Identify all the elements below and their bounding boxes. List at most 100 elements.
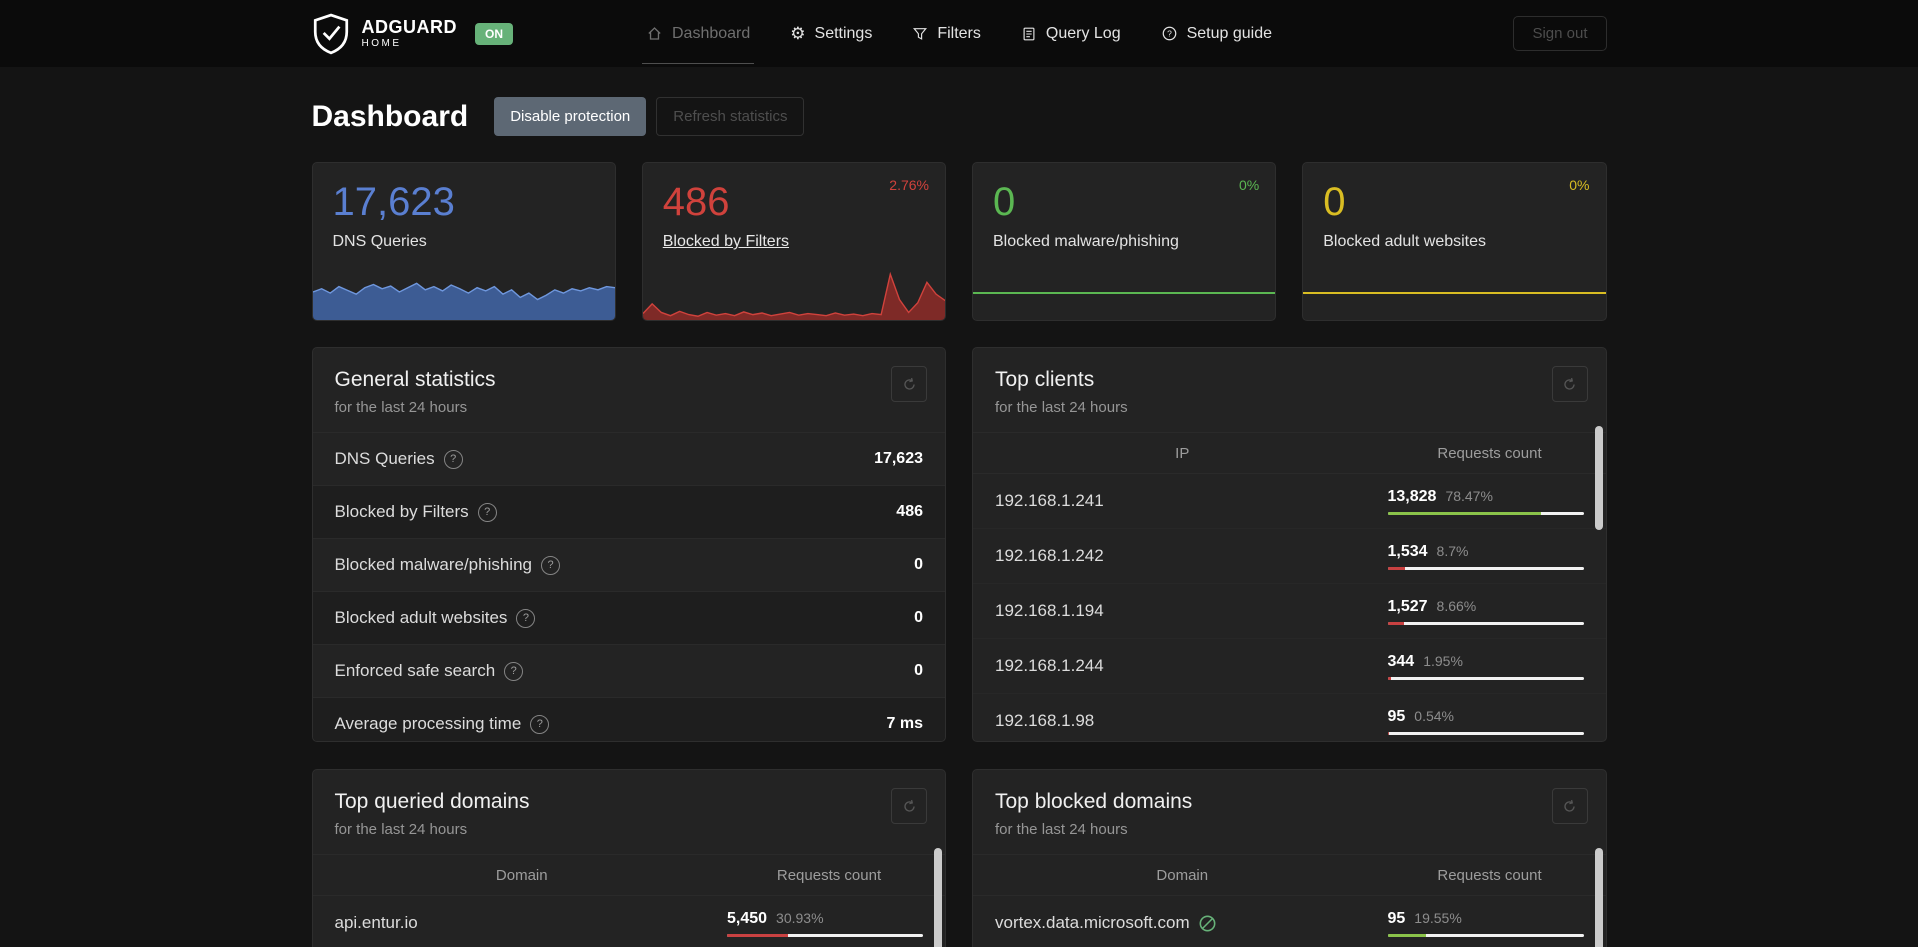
top-queried-domains-card: Top queried domains for the last 24 hour… bbox=[311, 769, 946, 947]
table-row: 192.168.1.241 13,828 78.47% bbox=[973, 474, 1606, 529]
column-header-requests-count: Requests count bbox=[1437, 866, 1542, 884]
blocked-adult-percent: 0% bbox=[1569, 177, 1590, 193]
help-icon[interactable]: ? bbox=[477, 502, 497, 522]
blocked-adult-value: 0 bbox=[1323, 180, 1346, 224]
help-icon[interactable]: ? bbox=[504, 661, 524, 681]
table-row: 192.168.1.242 1,534 8.7% bbox=[973, 529, 1606, 584]
stat-row-value: 0 bbox=[914, 662, 923, 679]
scrollbar-thumb[interactable] bbox=[1594, 426, 1603, 530]
progress-bar bbox=[1387, 621, 1584, 625]
request-count: 95 bbox=[1387, 707, 1406, 725]
stat-row-value: 486 bbox=[896, 503, 923, 520]
blocked-malware-flatline bbox=[973, 292, 1276, 294]
stat-row-processing-time: Average processing time? 7 ms bbox=[312, 697, 945, 741]
general-statistics-title: General statistics bbox=[334, 368, 496, 391]
top-header: ADGUARD HOME ON Dashboard ⚙ Settings Fil… bbox=[0, 0, 1918, 67]
nav-item-label: Settings bbox=[814, 24, 873, 42]
blocked-filters-link[interactable]: Blocked by Filters bbox=[663, 233, 925, 251]
dashboard-icon bbox=[646, 25, 663, 42]
table-row: 192.168.1.194 1,527 8.66% bbox=[973, 584, 1606, 639]
client-ip: 192.168.1.98 bbox=[995, 711, 1095, 730]
top-queried-title: Top queried domains bbox=[334, 790, 530, 813]
blocked-malware-percent: 0% bbox=[1239, 177, 1260, 193]
request-percent: 8.7% bbox=[1436, 542, 1469, 559]
client-ip: 192.168.1.242 bbox=[995, 546, 1104, 565]
protection-status-badge: ON bbox=[475, 22, 513, 45]
stat-row-label: Average processing time bbox=[334, 714, 522, 733]
nav-item-query-log[interactable]: Query Log bbox=[1021, 18, 1121, 50]
brand-name: ADGUARD bbox=[361, 17, 457, 37]
column-header-requests-count: Requests count bbox=[1437, 444, 1542, 462]
filter-funnel-icon bbox=[912, 26, 928, 42]
blocked-adult-label: Blocked adult websites bbox=[1323, 233, 1487, 250]
client-ip: 192.168.1.241 bbox=[995, 491, 1104, 510]
blocked-malware-value: 0 bbox=[993, 180, 1016, 224]
scrollbar-thumb[interactable] bbox=[934, 848, 942, 947]
stat-card-dns-queries: 17,623 DNS Queries bbox=[311, 162, 616, 321]
sign-out-button[interactable]: Sign out bbox=[1513, 16, 1607, 51]
table-row: 192.168.1.244 344 1.95% bbox=[973, 639, 1606, 694]
request-count: 1,527 bbox=[1387, 597, 1428, 615]
top-queried-subtitle: for the last 24 hours bbox=[334, 821, 468, 838]
request-count: 1,534 bbox=[1387, 542, 1428, 560]
help-icon[interactable]: ? bbox=[530, 714, 550, 734]
dns-queries-value: 17,623 bbox=[332, 180, 455, 224]
brand-sub: HOME bbox=[361, 38, 402, 49]
stat-row-blocked-filters: Blocked by Filters? 486 bbox=[312, 485, 945, 538]
table-row: vortex.data.microsoft.com 95 19.55% bbox=[973, 896, 1606, 947]
scrollbar-thumb[interactable] bbox=[1594, 848, 1603, 947]
blocked-service-icon bbox=[1198, 914, 1217, 933]
nav-item-setup-guide[interactable]: ? Setup guide bbox=[1161, 18, 1272, 50]
main-content: Dashboard Disable protection Refresh sta… bbox=[311, 97, 1607, 947]
request-count: 13,828 bbox=[1387, 487, 1437, 505]
queried-domain: api.entur.io bbox=[334, 913, 418, 932]
refresh-icon[interactable] bbox=[891, 366, 927, 402]
progress-bar bbox=[1387, 676, 1584, 680]
table-row: api.entur.io 5,450 30.93% bbox=[313, 896, 946, 947]
request-count: 95 bbox=[1387, 909, 1406, 927]
request-count: 344 bbox=[1387, 652, 1415, 670]
document-log-icon bbox=[1021, 26, 1037, 42]
request-percent: 30.93% bbox=[776, 909, 824, 926]
blocked-filters-percent: 2.76% bbox=[889, 177, 929, 193]
request-percent: 0.54% bbox=[1414, 707, 1454, 724]
top-blocked-domains-card: Top blocked domains for the last 24 hour… bbox=[972, 769, 1607, 947]
stat-row-value: 0 bbox=[914, 609, 923, 626]
refresh-icon[interactable] bbox=[891, 788, 927, 824]
gear-icon: ⚙ bbox=[790, 23, 806, 43]
help-icon[interactable]: ? bbox=[443, 449, 463, 469]
column-header-ip: IP bbox=[1175, 444, 1190, 462]
stat-row-label: Blocked adult websites bbox=[334, 608, 508, 627]
refresh-icon[interactable] bbox=[1551, 366, 1588, 402]
blocked-filters-sparkline bbox=[642, 262, 945, 320]
stat-row-label: DNS Queries bbox=[334, 449, 435, 468]
request-percent: 78.47% bbox=[1445, 487, 1493, 504]
progress-bar bbox=[1387, 566, 1584, 570]
disable-protection-button[interactable]: Disable protection bbox=[494, 97, 647, 136]
column-header-domain: Domain bbox=[1156, 866, 1209, 884]
nav-item-dashboard[interactable]: Dashboard bbox=[641, 18, 755, 64]
top-blocked-subtitle: for the last 24 hours bbox=[995, 821, 1128, 838]
nav-item-label: Setup guide bbox=[1186, 24, 1273, 42]
top-blocked-title: Top blocked domains bbox=[995, 790, 1193, 813]
help-icon[interactable]: ? bbox=[516, 608, 536, 628]
stat-row-value: 0 bbox=[914, 556, 923, 573]
stat-row-value: 7 ms bbox=[886, 715, 923, 732]
help-icon[interactable]: ? bbox=[541, 555, 560, 575]
stat-row-label: Blocked malware/phishing bbox=[334, 555, 533, 574]
column-header-domain: Domain bbox=[495, 866, 548, 884]
table-row: 192.168.1.98 95 0.54% bbox=[973, 694, 1606, 741]
nav-item-settings[interactable]: ⚙ Settings bbox=[790, 18, 872, 50]
refresh-icon[interactable] bbox=[1551, 788, 1588, 824]
top-clients-title: Top clients bbox=[995, 368, 1095, 391]
progress-bar bbox=[727, 933, 923, 937]
nav-item-filters[interactable]: Filters bbox=[912, 18, 981, 50]
client-ip: 192.168.1.244 bbox=[995, 656, 1104, 675]
adguard-shield-logo-icon bbox=[312, 13, 350, 55]
request-percent: 19.55% bbox=[1414, 909, 1462, 926]
stat-row-label: Enforced safe search bbox=[334, 661, 496, 680]
progress-bar bbox=[1387, 731, 1584, 735]
brand: ADGUARD HOME ON bbox=[312, 13, 632, 55]
progress-bar bbox=[1387, 511, 1584, 515]
refresh-statistics-button[interactable]: Refresh statistics bbox=[656, 97, 805, 136]
